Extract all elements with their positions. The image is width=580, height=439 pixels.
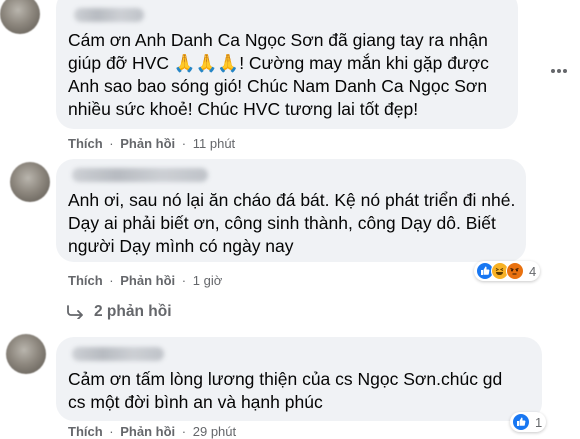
comment-time[interactable]: 29 phút — [193, 424, 236, 439]
avatar[interactable] — [0, 0, 40, 34]
reply-link[interactable]: Phản hồi — [120, 273, 175, 288]
author-name-blurred[interactable] — [72, 168, 208, 182]
separator-dot: · — [109, 424, 114, 439]
comment-bubble: Cám ơn Anh Danh Ca Ngọc Sơn đã giang tay… — [56, 0, 518, 129]
reply-arrow-icon — [67, 305, 83, 319]
reactions-summary[interactable]: 4 — [474, 261, 541, 281]
angry-reaction-icon — [506, 262, 524, 280]
reaction-count: 4 — [529, 263, 537, 279]
more-options-icon[interactable] — [550, 61, 568, 73]
separator-dot: · — [181, 273, 187, 288]
view-replies-link[interactable]: 2 phản hồi — [67, 303, 172, 321]
comment-actions: Thích · Phản hồi · 1 giờ — [68, 273, 222, 288]
reaction-count: 1 — [535, 414, 543, 430]
separator-dot: · — [109, 273, 114, 288]
comment-actions: Thích · Phản hồi · 29 phút — [68, 424, 236, 439]
comment-text: Anh ơi, sau nó lại ăn cháo đá bát. Kệ nó… — [68, 190, 516, 256]
replies-count-label: 2 phản hồi — [94, 303, 172, 320]
reply-link[interactable]: Phản hồi — [120, 136, 175, 151]
like-reaction-icon — [512, 413, 530, 431]
separator-dot: · — [181, 424, 187, 439]
separator-dot: · — [109, 136, 114, 151]
comment-actions: Thích · Phản hồi · 11 phút — [68, 136, 235, 151]
avatar[interactable] — [6, 334, 46, 374]
comment-text: Cám ơn Anh Danh Ca Ngọc Sơn đã giang tay… — [68, 30, 489, 119]
author-name-blurred[interactable] — [74, 8, 144, 22]
comment-time[interactable]: 11 phút — [193, 136, 235, 151]
comment-time[interactable]: 1 giờ — [193, 273, 223, 288]
like-link[interactable]: Thích — [68, 136, 103, 151]
comment-text: Cảm ơn tấm lòng lương thiện của cs Ngọc … — [68, 369, 503, 412]
reply-link[interactable]: Phản hồi — [120, 424, 175, 439]
comment-bubble: Anh ơi, sau nó lại ăn cháo đá bát. Kệ nó… — [56, 159, 526, 262]
reactions-summary[interactable]: 1 — [510, 412, 547, 432]
separator-dot: · — [181, 136, 187, 151]
like-link[interactable]: Thích — [68, 424, 103, 439]
like-link[interactable]: Thích — [68, 273, 103, 288]
avatar[interactable] — [10, 162, 50, 202]
comment-bubble: Cảm ơn tấm lòng lương thiện của cs Ngọc … — [56, 337, 542, 421]
author-name-blurred[interactable] — [72, 347, 164, 361]
